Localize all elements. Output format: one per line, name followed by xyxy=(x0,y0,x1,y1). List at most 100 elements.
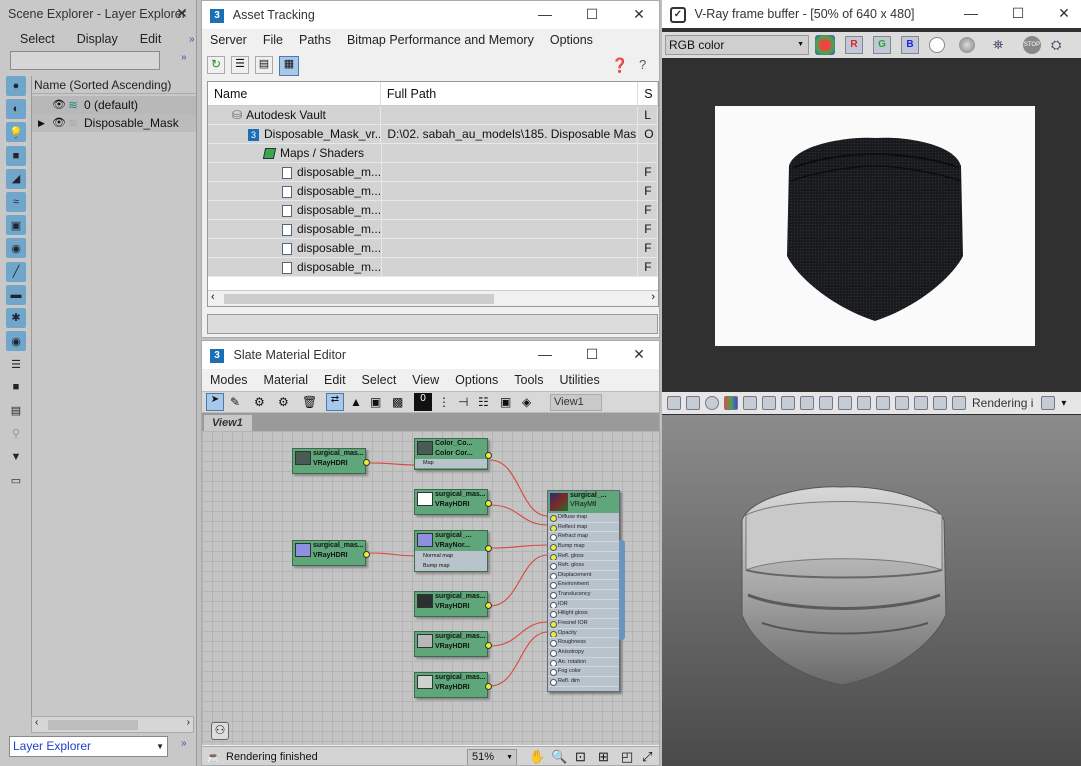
material-slot[interactable]: Fog color xyxy=(548,667,619,677)
material-slot[interactable]: Reflect map xyxy=(548,523,619,533)
save-image-icon[interactable]: ⛯ xyxy=(993,37,1013,53)
stop-render-icon[interactable]: STOP xyxy=(1023,36,1041,54)
maximize-icon[interactable]: ☐ xyxy=(575,341,609,367)
tab-view1[interactable]: View1 xyxy=(204,415,252,431)
curves-icon[interactable] xyxy=(762,396,776,410)
material-slot[interactable]: Diffuse map xyxy=(548,513,619,523)
filter-icon[interactable]: ▼ xyxy=(6,447,26,467)
layer-icon[interactable]: ■ xyxy=(6,377,26,397)
ocio-icon[interactable] xyxy=(838,396,852,410)
output-port[interactable] xyxy=(485,452,492,459)
perspective-viewport[interactable] xyxy=(662,415,1081,766)
details-view-icon[interactable]: ▤ xyxy=(255,56,273,74)
double-chevron-icon[interactable]: » xyxy=(181,34,196,45)
close-icon[interactable]: ✕ xyxy=(622,1,656,27)
material-slot[interactable]: Refl. gloss xyxy=(548,552,619,562)
menu-select[interactable]: Select xyxy=(12,32,63,46)
put-to-library-icon[interactable]: ⚙ xyxy=(278,395,296,409)
groups-filter-icon[interactable]: ▣ xyxy=(6,215,26,236)
pan-hand-icon[interactable]: ✋ xyxy=(529,749,545,765)
node-vray-normal-map[interactable]: surgical_... VRayNor... Normal map Bump … xyxy=(414,530,492,572)
table-row[interactable]: ⛁ Autodesk Vault L xyxy=(208,106,658,125)
maximize-icon[interactable]: ☐ xyxy=(1001,0,1035,26)
table-row[interactable]: disposable_m... F xyxy=(208,220,658,239)
scroll-right-icon[interactable]: › xyxy=(187,717,190,728)
refresh-icon[interactable]: ↻ xyxy=(207,56,225,74)
horizontal-scrollbar[interactable]: ‹ › xyxy=(31,716,194,733)
table-view-icon[interactable]: ▦ xyxy=(279,56,299,76)
menu-edit[interactable]: Edit xyxy=(132,32,170,46)
levels-icon[interactable] xyxy=(743,396,757,410)
hsl-icon[interactable] xyxy=(800,396,814,410)
input-slot[interactable]: Normal map xyxy=(415,551,487,561)
helpers-filter-icon[interactable]: ◢ xyxy=(6,168,26,189)
node-surgical-hdri[interactable]: surgical_mas... VRayHDRI xyxy=(414,489,492,515)
input-slot[interactable]: Map xyxy=(415,459,487,468)
table-row[interactable]: disposable_m... F xyxy=(208,201,658,220)
menu-view[interactable]: View xyxy=(404,373,447,387)
monochrome-icon[interactable] xyxy=(959,37,975,53)
menu-paths[interactable]: Paths xyxy=(291,33,339,47)
material-slot[interactable]: An. rotation xyxy=(548,658,619,668)
pan-to-selected-icon[interactable]: ⤢ xyxy=(642,749,652,765)
scroll-left-icon[interactable]: ‹ xyxy=(35,717,38,728)
zoom-extents-icon[interactable]: ⊞ xyxy=(598,749,609,765)
horizontal-scrollbar[interactable]: ‹ › xyxy=(208,290,658,306)
close-icon[interactable]: ✕ xyxy=(622,341,656,367)
green-channel-icon[interactable]: G xyxy=(873,36,891,54)
menu-utilities[interactable]: Utilities xyxy=(551,373,607,387)
material-slot[interactable]: Anisotropy xyxy=(548,648,619,658)
sample-slot-icon[interactable]: 0 xyxy=(414,393,432,411)
explorer-type-dropdown[interactable]: Layer Explorer ▼ xyxy=(9,736,168,757)
minimize-icon[interactable]: — xyxy=(528,341,562,367)
list-icon[interactable]: ☰ xyxy=(6,354,26,374)
zoom-dropdown[interactable]: 51% ▼ xyxy=(467,749,517,765)
layer-row[interactable]: 👁 ≋ 0 (default) xyxy=(32,96,196,114)
menu-display[interactable]: Display xyxy=(69,32,126,46)
help-question-icon[interactable]: ? xyxy=(639,57,646,72)
output-port[interactable] xyxy=(485,545,492,552)
tree-column-header[interactable]: Name (Sorted Ascending) xyxy=(32,76,196,94)
close-icon[interactable]: ✕ xyxy=(172,0,192,26)
link-icon[interactable]: ⚲ xyxy=(6,424,26,444)
table-row[interactable]: disposable_m... F xyxy=(208,182,658,201)
follow-mouse-icon[interactable] xyxy=(914,396,928,410)
lens-effects-icon[interactable] xyxy=(876,396,890,410)
layout-children-icon[interactable]: ⊣ xyxy=(458,395,472,409)
exposure-icon[interactable] xyxy=(781,396,795,410)
lights-filter-icon[interactable]: 💡 xyxy=(6,122,26,143)
visibility-eye-icon[interactable]: 👁 xyxy=(52,114,68,132)
material-slot[interactable]: Refr. gloss xyxy=(548,561,619,571)
frozen-filter-icon[interactable]: ✱ xyxy=(6,307,26,328)
chevron-down-icon[interactable]: ▾ xyxy=(1061,398,1066,409)
rgb-channels-icon[interactable] xyxy=(815,35,835,55)
node-surgical-hdri[interactable]: surgical_mas... VRayHDRI xyxy=(414,672,492,698)
blue-channel-icon[interactable]: B xyxy=(901,36,919,54)
track-mouse-icon[interactable] xyxy=(933,396,947,410)
pick-material-icon[interactable]: ✎ xyxy=(230,395,248,409)
material-slot[interactable]: Roughness xyxy=(548,638,619,648)
table-row[interactable]: Maps / Shaders xyxy=(208,144,658,163)
zoom-region-icon[interactable]: ⊡ xyxy=(575,749,586,765)
menu-edit[interactable]: Edit xyxy=(316,373,354,387)
table-row[interactable]: disposable_m... F xyxy=(208,258,658,277)
material-slot[interactable]: Translucency xyxy=(548,590,619,600)
visibility-eye-icon[interactable]: 👁 xyxy=(52,96,68,114)
list-view-icon[interactable]: ☰ xyxy=(231,56,249,74)
hide-slots-icon[interactable]: ▲ xyxy=(350,395,364,409)
bones-filter-icon[interactable]: ╱ xyxy=(6,261,26,282)
scroll-left-icon[interactable]: ‹ xyxy=(211,291,215,303)
menu-options[interactable]: Options xyxy=(542,33,601,47)
material-slot[interactable]: Opacity xyxy=(548,629,619,639)
alpha-channel-icon[interactable] xyxy=(929,37,945,53)
double-chevron-icon[interactable]: » xyxy=(181,52,187,63)
output-port[interactable] xyxy=(485,500,492,507)
col-name[interactable]: Name xyxy=(208,82,381,105)
node-surgical-hdri[interactable]: surgical_mas... VRayHDRI xyxy=(292,448,370,474)
material-slot[interactable]: Bump map xyxy=(548,542,619,552)
material-slot[interactable]: Refract map xyxy=(548,532,619,542)
cameras-filter-icon[interactable]: ■ xyxy=(6,145,26,166)
assign-material-icon[interactable]: ⚙ xyxy=(254,395,272,409)
shapes-filter-icon[interactable]: ◐ xyxy=(6,99,26,120)
zoom-selected-icon[interactable]: ◰ xyxy=(621,749,633,765)
